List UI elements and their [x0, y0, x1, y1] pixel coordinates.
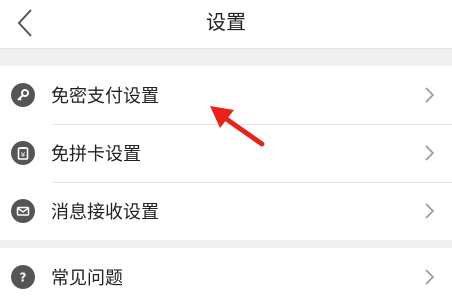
row-label: 免密支付设置 — [51, 86, 159, 107]
settings-page: 设置 免密支付设置 ¥ 免拼卡设置 消息接收设置 ? 常见问题 — [0, 0, 452, 301]
chevron-right-icon — [425, 87, 435, 103]
chevron-right-icon — [425, 203, 435, 219]
question-icon: ? — [11, 265, 35, 289]
row-label: 常见问题 — [51, 268, 123, 289]
card-icon: ¥ — [11, 141, 35, 165]
svg-text:¥: ¥ — [21, 151, 26, 159]
svg-text:?: ? — [20, 271, 27, 285]
nav-bar: 设置 — [0, 0, 452, 49]
settings-row-group-card[interactable]: ¥ 免拼卡设置 — [0, 124, 452, 182]
settings-group-main: 免密支付设置 ¥ 免拼卡设置 消息接收设置 — [0, 66, 452, 240]
settings-group-help: ? 常见问题 — [0, 248, 452, 301]
settings-row-password-free-payment[interactable]: 免密支付设置 — [0, 66, 452, 124]
chevron-right-icon — [425, 269, 435, 285]
key-icon — [11, 83, 35, 107]
settings-row-faq[interactable]: ? 常见问题 — [0, 248, 452, 301]
chevron-right-icon — [425, 145, 435, 161]
settings-row-message-receive[interactable]: 消息接收设置 — [0, 182, 452, 240]
row-label: 消息接收设置 — [51, 202, 159, 223]
row-label: 免拼卡设置 — [51, 144, 141, 165]
mail-icon — [11, 199, 35, 223]
page-title: 设置 — [206, 10, 246, 34]
